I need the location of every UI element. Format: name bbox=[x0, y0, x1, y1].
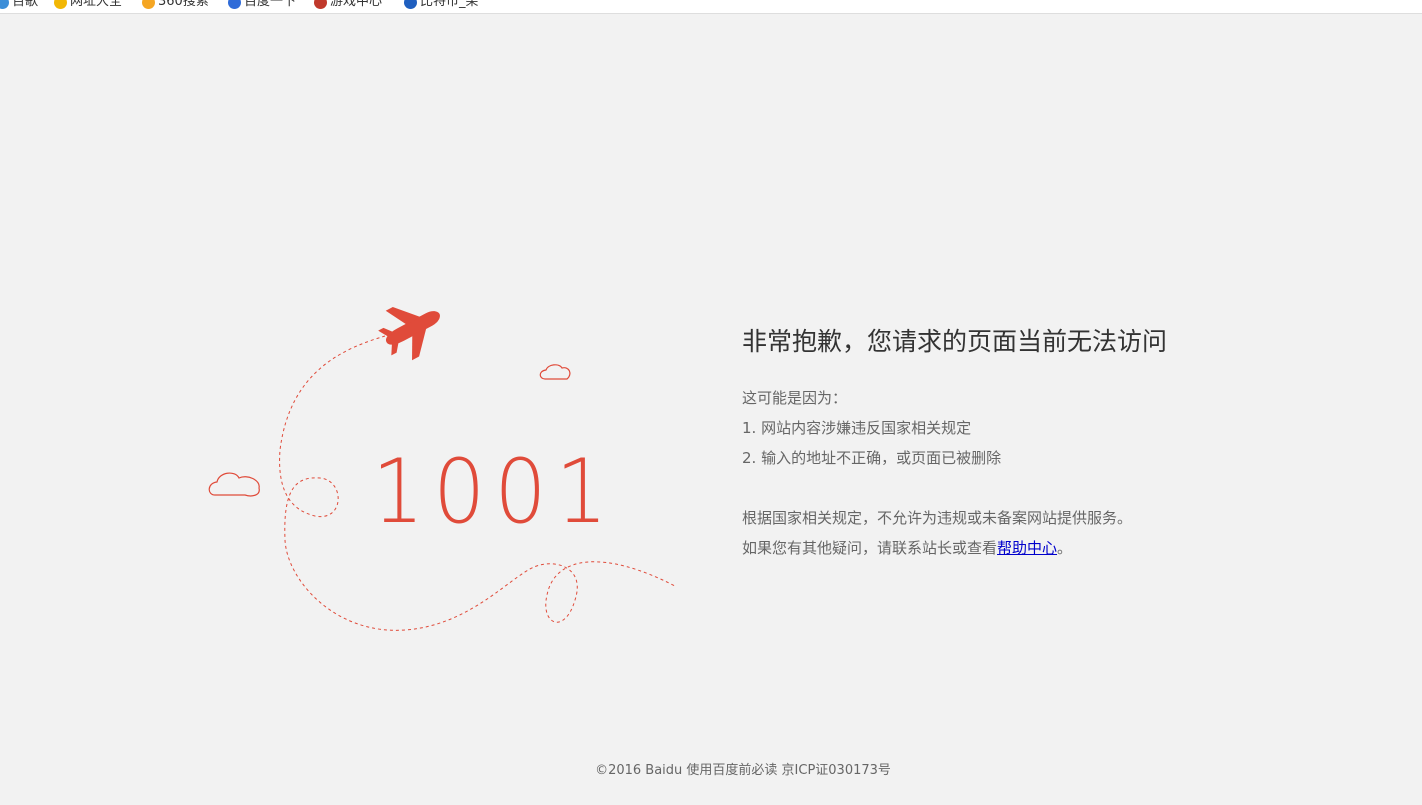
bookmark-item[interactable]: 比特币_架 bbox=[404, 0, 479, 11]
contact-text: 如果您有其他疑问，请联系站长或查看帮助中心。 bbox=[742, 533, 1262, 563]
bookmarks-bar: 百歌 网址大全 360搜索 百度一下 游戏中心 比特币_架 bbox=[0, 0, 1422, 14]
error-title: 非常抱歉，您请求的页面当前无法访问 bbox=[742, 327, 1168, 356]
reason-intro: 这可能是因为： bbox=[742, 389, 848, 407]
contact-suffix: 。 bbox=[1057, 539, 1073, 557]
baidu-paw-icon bbox=[228, 0, 241, 9]
game-icon bbox=[314, 0, 327, 9]
error-code: 1001 bbox=[372, 441, 617, 544]
footer: ©2016 Baidu 使用百度前必读 京ICP证030173号 bbox=[595, 763, 891, 778]
reason-item: 1. 网站内容涉嫌违反国家相关规定 bbox=[742, 419, 972, 437]
globe-icon bbox=[0, 0, 9, 9]
bookmark-label: 360搜索 bbox=[158, 0, 209, 9]
hao-icon bbox=[54, 0, 67, 9]
bookmark-label: 比特币_架 bbox=[420, 0, 479, 9]
leaf-icon bbox=[404, 0, 417, 9]
cloud-icon bbox=[539, 364, 571, 380]
airplane-icon bbox=[378, 307, 440, 361]
bookmark-item[interactable]: 百歌 bbox=[0, 0, 38, 11]
bookmark-label: 游戏中心 bbox=[330, 0, 383, 9]
search-360-icon bbox=[142, 0, 155, 9]
bookmark-label: 百度一下 bbox=[244, 0, 297, 9]
bookmark-label: 网址大全 bbox=[70, 0, 123, 9]
policy-text: 根据国家相关规定，不允许为违规或未备案网站提供服务。 bbox=[742, 509, 1133, 527]
bookmark-item[interactable]: 游戏中心 bbox=[314, 0, 382, 11]
reason-item: 2. 输入的地址不正确，或页面已被删除 bbox=[742, 449, 1002, 467]
error-message: 非常抱歉，您请求的页面当前无法访问 这可能是因为： 1. 网站内容涉嫌违反国家相… bbox=[742, 322, 1262, 563]
bookmark-item[interactable]: 百度一下 bbox=[228, 0, 296, 11]
bookmark-item[interactable]: 360搜索 bbox=[142, 0, 209, 11]
help-center-link[interactable]: 帮助中心 bbox=[997, 539, 1057, 557]
contact-prefix: 如果您有其他疑问，请联系站长或查看 bbox=[742, 539, 998, 557]
bookmark-item[interactable]: 网址大全 bbox=[54, 0, 122, 11]
bookmark-label: 百歌 bbox=[12, 0, 39, 9]
cloud-icon bbox=[208, 472, 260, 497]
